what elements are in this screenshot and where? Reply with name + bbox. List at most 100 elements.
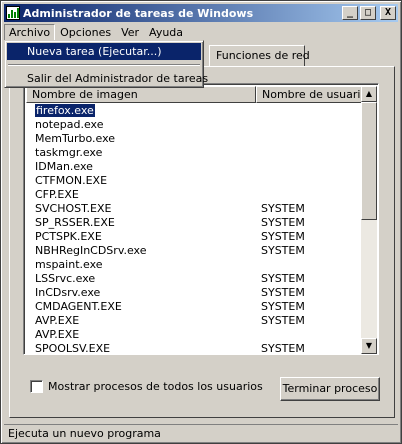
process-image-name: SP_RSSER.EXE bbox=[26, 216, 256, 230]
process-image-name-text: PCTSPK.EXE bbox=[35, 230, 102, 243]
table-row[interactable]: CMDAGENT.EXE SYSTEM bbox=[26, 300, 362, 314]
show-all-users-checkbox[interactable] bbox=[30, 380, 43, 393]
process-image-name-text: mspaint.exe bbox=[35, 258, 103, 271]
process-image-name-text: IDMan.exe bbox=[35, 160, 93, 173]
table-row[interactable]: CTFMON.EXE bbox=[26, 174, 362, 188]
process-user-name: SYSTEM bbox=[261, 342, 305, 355]
show-all-users-option[interactable]: Mostrar procesos de todos los usuarios bbox=[30, 380, 263, 393]
minimize-button[interactable]: _ bbox=[342, 6, 358, 20]
menu-opciones[interactable]: Opciones bbox=[55, 24, 116, 41]
process-user-name bbox=[256, 104, 362, 118]
process-image-name-text: CFP.EXE bbox=[35, 188, 79, 201]
process-user-name bbox=[256, 146, 362, 160]
table-row[interactable]: taskmgr.exe bbox=[26, 146, 362, 160]
menu-bar: Archivo Opciones Ver Ayuda bbox=[4, 23, 398, 41]
table-row[interactable]: notepad.exe bbox=[26, 118, 362, 132]
process-image-name-text: MemTurbo.exe bbox=[35, 132, 116, 145]
menu-separator bbox=[8, 64, 200, 66]
table-row[interactable]: SPOOLSV.EXE SYSTEM bbox=[26, 342, 362, 355]
process-image-name: notepad.exe bbox=[26, 118, 256, 132]
status-bar: Ejecuta un nuevo programa bbox=[4, 424, 398, 442]
process-image-name: taskmgr.exe bbox=[26, 146, 256, 160]
task-manager-icon bbox=[6, 6, 20, 20]
process-image-name: mspaint.exe bbox=[26, 258, 256, 272]
process-image-name: MemTurbo.exe bbox=[26, 132, 256, 146]
process-image-name-text: CTFMON.EXE bbox=[35, 174, 108, 187]
process-image-name-text: InCDsrv.exe bbox=[35, 286, 101, 299]
process-image-name-text: CMDAGENT.EXE bbox=[35, 300, 122, 313]
scroll-down-arrow-icon[interactable]: ▼ bbox=[361, 338, 377, 354]
process-image-name: firefox.exe bbox=[26, 103, 256, 118]
process-user-name bbox=[256, 258, 362, 272]
process-image-name-text: SVCHOST.EXE bbox=[35, 202, 112, 215]
title-bar[interactable]: Administrador de tareas de Windows _ □ X bbox=[4, 4, 398, 22]
table-row[interactable]: NBHRegInCDSrv.exe SYSTEM bbox=[26, 244, 362, 258]
process-image-name-text: LSSrvc.exe bbox=[35, 272, 96, 285]
process-image-name: InCDsrv.exe bbox=[26, 286, 256, 300]
process-image-name-text: firefox.exe bbox=[34, 103, 96, 118]
table-row[interactable]: AVP.EXE SYSTEM bbox=[26, 314, 362, 328]
process-user-name: SYSTEM bbox=[261, 244, 305, 257]
vertical-scrollbar[interactable]: ▲ ▼ bbox=[361, 86, 377, 354]
process-image-name: IDMan.exe bbox=[26, 160, 256, 174]
process-image-name-text: SPOOLSV.EXE bbox=[35, 342, 111, 355]
column-header-image-name[interactable]: Nombre de imagen bbox=[26, 86, 256, 103]
process-image-name-text: AVP.EXE bbox=[35, 328, 80, 341]
maximize-button[interactable]: □ bbox=[360, 6, 376, 20]
process-user-name: SYSTEM bbox=[261, 202, 305, 215]
tab-funciones-de-red[interactable]: Funciones de red bbox=[209, 45, 310, 67]
scroll-up-arrow-icon[interactable]: ▲ bbox=[361, 86, 377, 102]
list-rows: firefox.exe notepad.exe MemTurbo.exe taskmg… bbox=[26, 103, 362, 355]
table-row[interactable]: AVP.EXE bbox=[26, 328, 362, 342]
show-all-users-label: Mostrar procesos de todos los usuarios bbox=[48, 380, 263, 393]
process-image-name: AVP.EXE bbox=[26, 314, 256, 328]
process-image-name: CTFMON.EXE bbox=[26, 174, 256, 188]
table-row[interactable]: SVCHOST.EXE SYSTEM bbox=[26, 202, 362, 216]
column-header-user-name[interactable]: Nombre de usuario bbox=[256, 86, 362, 103]
process-user-name: SYSTEM bbox=[261, 230, 305, 243]
table-row[interactable]: InCDsrv.exe SYSTEM bbox=[26, 286, 362, 300]
table-row[interactable]: IDMan.exe bbox=[26, 160, 362, 174]
process-image-name-text: AVP.EXE bbox=[35, 314, 80, 327]
process-list[interactable]: Nombre de imagen Nombre de usuario firef… bbox=[23, 83, 379, 355]
table-row[interactable]: firefox.exe bbox=[26, 103, 362, 118]
process-user-name: SYSTEM bbox=[261, 314, 305, 327]
process-user-name bbox=[256, 132, 362, 146]
table-row[interactable]: SP_RSSER.EXE SYSTEM bbox=[26, 216, 362, 230]
menu-ver[interactable]: Ver bbox=[116, 24, 144, 41]
task-manager-window: Administrador de tareas de Windows _ □ X… bbox=[0, 0, 402, 444]
process-user-name bbox=[256, 328, 362, 342]
process-user-name bbox=[256, 160, 362, 174]
process-image-name: AVP.EXE bbox=[26, 328, 256, 342]
process-user-name bbox=[256, 118, 362, 132]
scroll-thumb[interactable] bbox=[361, 102, 377, 220]
process-user-name: SYSTEM bbox=[261, 216, 305, 229]
process-image-name: CFP.EXE bbox=[26, 188, 256, 202]
process-image-name: CMDAGENT.EXE bbox=[26, 300, 256, 314]
menu-archivo[interactable]: Archivo bbox=[4, 23, 56, 41]
process-user-name: SYSTEM bbox=[261, 286, 305, 299]
process-image-name-text: notepad.exe bbox=[35, 118, 104, 131]
list-header: Nombre de imagen Nombre de usuario bbox=[26, 86, 362, 103]
archivo-menu-dropdown: Nueva tarea (Ejecutar...) Salir del Admi… bbox=[4, 40, 208, 88]
process-image-name-text: taskmgr.exe bbox=[35, 146, 103, 159]
process-user-name bbox=[256, 174, 362, 188]
process-image-name: SVCHOST.EXE bbox=[26, 202, 256, 216]
close-button[interactable]: X bbox=[380, 6, 396, 20]
table-row[interactable]: MemTurbo.exe bbox=[26, 132, 362, 146]
process-image-name: SPOOLSV.EXE bbox=[26, 342, 256, 355]
table-row[interactable]: PCTSPK.EXE SYSTEM bbox=[26, 230, 362, 244]
menu-ayuda[interactable]: Ayuda bbox=[144, 24, 188, 41]
menu-item-salir[interactable]: Salir del Administrador de tareas bbox=[7, 70, 208, 87]
table-row[interactable]: CFP.EXE bbox=[26, 188, 362, 202]
table-row[interactable]: LSSrvc.exe SYSTEM bbox=[26, 272, 362, 286]
process-image-name: PCTSPK.EXE bbox=[26, 230, 256, 244]
process-image-name: NBHRegInCDSrv.exe bbox=[26, 244, 256, 258]
process-image-name-text: SP_RSSER.EXE bbox=[35, 216, 115, 229]
process-image-name: LSSrvc.exe bbox=[26, 272, 256, 286]
menu-item-nueva-tarea[interactable]: Nueva tarea (Ejecutar...) bbox=[7, 43, 201, 60]
process-image-name-text: NBHRegInCDSrv.exe bbox=[35, 244, 147, 257]
end-process-button[interactable]: Terminar proceso bbox=[280, 377, 380, 401]
process-user-name bbox=[256, 188, 362, 202]
table-row[interactable]: mspaint.exe bbox=[26, 258, 362, 272]
